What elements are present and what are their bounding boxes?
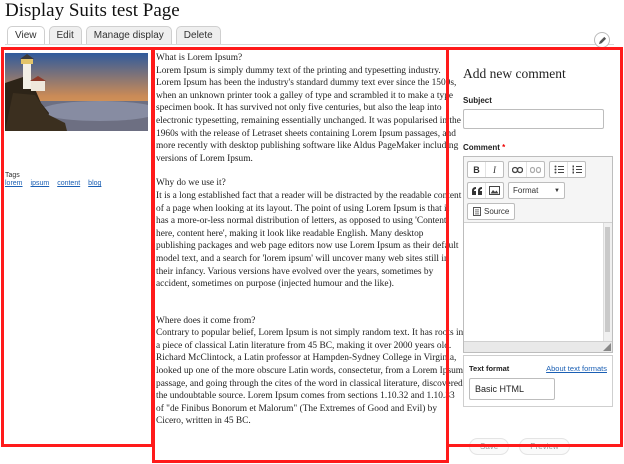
highlight-box-article — [152, 47, 449, 463]
highlight-box-sidebar — [1, 47, 154, 447]
tab-view[interactable]: View — [7, 26, 45, 45]
tab-manage-display[interactable]: Manage display — [85, 26, 172, 45]
tab-divider — [5, 44, 614, 45]
page-title: Display Suits test Page — [5, 0, 180, 21]
tab-bar: View Edit Manage display Delete — [7, 26, 221, 45]
tab-delete[interactable]: Delete — [175, 26, 221, 45]
pencil-icon — [598, 36, 606, 44]
tab-edit[interactable]: Edit — [48, 26, 82, 45]
edit-pencil-button[interactable] — [594, 32, 610, 48]
highlight-box-comments — [446, 47, 623, 447]
